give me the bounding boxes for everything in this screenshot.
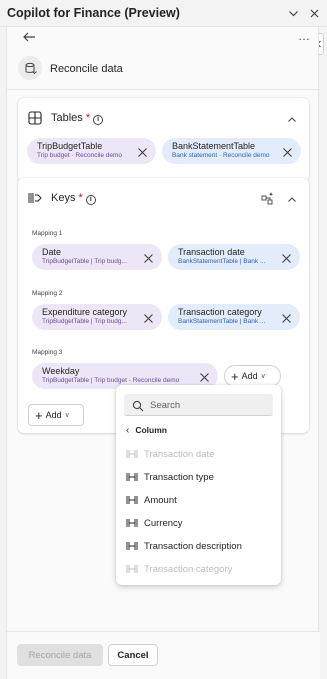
column-option-label: Transaction description [144,540,242,552]
key-chip-name: Transaction date [178,247,245,257]
key-chip-name: Transaction category [178,307,262,317]
table-chip-name: TripBudgetTable [37,141,103,151]
search-box[interactable] [124,394,273,416]
close-icon[interactable] [282,145,293,157]
chevron-up-icon[interactable] [287,192,297,202]
pane-header: Reconcile data [7,50,320,90]
column-key-icon [126,519,138,527]
tables-title-text: Tables [51,112,83,124]
keys-title-text: Keys [51,192,76,204]
chevron-down-icon: ∨ [64,412,70,419]
close-icon[interactable] [143,251,154,263]
close-icon[interactable] [137,145,148,157]
required-mark: * [78,192,83,204]
column-option[interactable]: Currency [126,514,276,532]
key-chip-name: Weekday [42,366,80,376]
add-label: Add [241,371,258,381]
table-chip[interactable]: BankStatementTable Bank statement · Reco… [162,138,301,164]
column-key-icon [126,496,138,504]
mapping-label: Mapping 3 [32,349,63,356]
table-chip-sub: Bank statement · Reconcile demo [172,152,270,159]
plus-icon: + [35,407,43,423]
column-key-icon [126,473,138,481]
column-option[interactable]: Transaction description [126,537,276,555]
sparkle-map-icon[interactable] [261,191,275,205]
more-options-button[interactable]: … [298,29,310,43]
reconcile-data-button[interactable]: Reconcile data [17,644,103,666]
table-chip-sub: Trip budget · Reconcile demo [37,152,123,159]
key-chip-name: Expenditure category [42,307,128,317]
key-chip[interactable]: Date TripBudgetTable | Trip budg... [32,244,162,270]
mapping-label: Mapping 1 [32,230,63,237]
close-icon[interactable] [306,5,322,21]
pane-toolbar: … [7,27,320,47]
column-key-icon [126,565,138,573]
column-key-icon [126,542,138,550]
plus-icon: + [231,368,239,384]
column-section-label: Column [135,425,167,435]
key-chip[interactable]: Expenditure category TripBudgetTable | T… [32,304,162,330]
cancel-button[interactable]: Cancel [108,644,158,666]
column-option-label: Transaction category [144,563,233,575]
keys-card-header[interactable]: Keys * i [18,178,309,218]
key-chip-name: Date [42,247,62,257]
column-option: Transaction category [126,560,276,578]
database-icon [18,56,42,80]
required-mark: * [85,112,91,124]
chevron-down-icon: ∨ [260,373,266,380]
key-chip-sub: BankStatementTable | Bank ... [178,318,266,325]
info-icon[interactable]: i [93,115,104,125]
column-option-label: Transaction type [144,471,214,483]
keys-title: Keys * i [51,192,96,205]
column-option: Transaction date [126,445,276,463]
key-chip-sub: BankStatementTable | Bank ... [178,258,266,265]
close-icon[interactable] [281,251,292,263]
chevron-down-icon[interactable] [285,5,301,21]
tables-card: Tables * i TripBudgetTable Trip budget · … [18,98,309,182]
key-mapping-icon [28,191,44,205]
table-chip[interactable]: TripBudgetTable Trip budget · Reconcile … [27,138,156,164]
pane-footer: Reconcile data Cancel [7,631,320,679]
page-title: Reconcile data [50,63,123,75]
add-label: Add [45,410,62,420]
chevron-up-icon[interactable] [287,112,297,122]
column-option-label: Amount [144,494,177,506]
search-icon [132,399,144,412]
column-back-row[interactable]: ‹ Column [126,425,167,436]
column-option[interactable]: Amount [126,491,276,509]
key-chip-sub: TripBudgetTable | Trip budg... [42,318,127,325]
title-bar: Copilot for Finance (Preview) [0,0,327,27]
column-option-label: Transaction date [144,448,215,460]
window-title: Copilot for Finance (Preview) [7,6,180,20]
column-option[interactable]: Transaction type [126,468,276,486]
search-input[interactable] [150,396,268,414]
key-chip[interactable]: Transaction category BankStatementTable … [168,304,300,330]
chevron-left-icon: ‹ [126,425,130,436]
table-icon [28,111,42,125]
info-icon[interactable]: i [85,195,96,205]
key-chip[interactable]: Transaction date BankStatementTable | Ba… [168,244,300,270]
add-mapping-button[interactable]: + Add ∨ [28,404,84,426]
close-icon[interactable] [281,311,292,323]
close-icon[interactable] [143,311,154,323]
add-mapping-target-button[interactable]: + Add ∨ [224,365,281,387]
column-dropdown: ‹ Column Transaction date Transaction typ… [116,385,281,585]
table-chip-name: BankStatementTable [172,141,256,151]
key-chip-sub: TripBudgetTable | Trip budg... [42,258,127,265]
column-key-icon [126,450,138,458]
tables-card-header[interactable]: Tables * i [18,98,309,138]
key-chip-sub: TripBudgetTable | Trip budget - Reconcil… [42,377,180,384]
mapping-label: Mapping 2 [32,290,63,297]
column-option-label: Currency [144,517,183,529]
tables-title: Tables * i [51,112,104,125]
close-icon[interactable] [199,370,210,382]
arrow-left-icon[interactable] [21,29,37,45]
